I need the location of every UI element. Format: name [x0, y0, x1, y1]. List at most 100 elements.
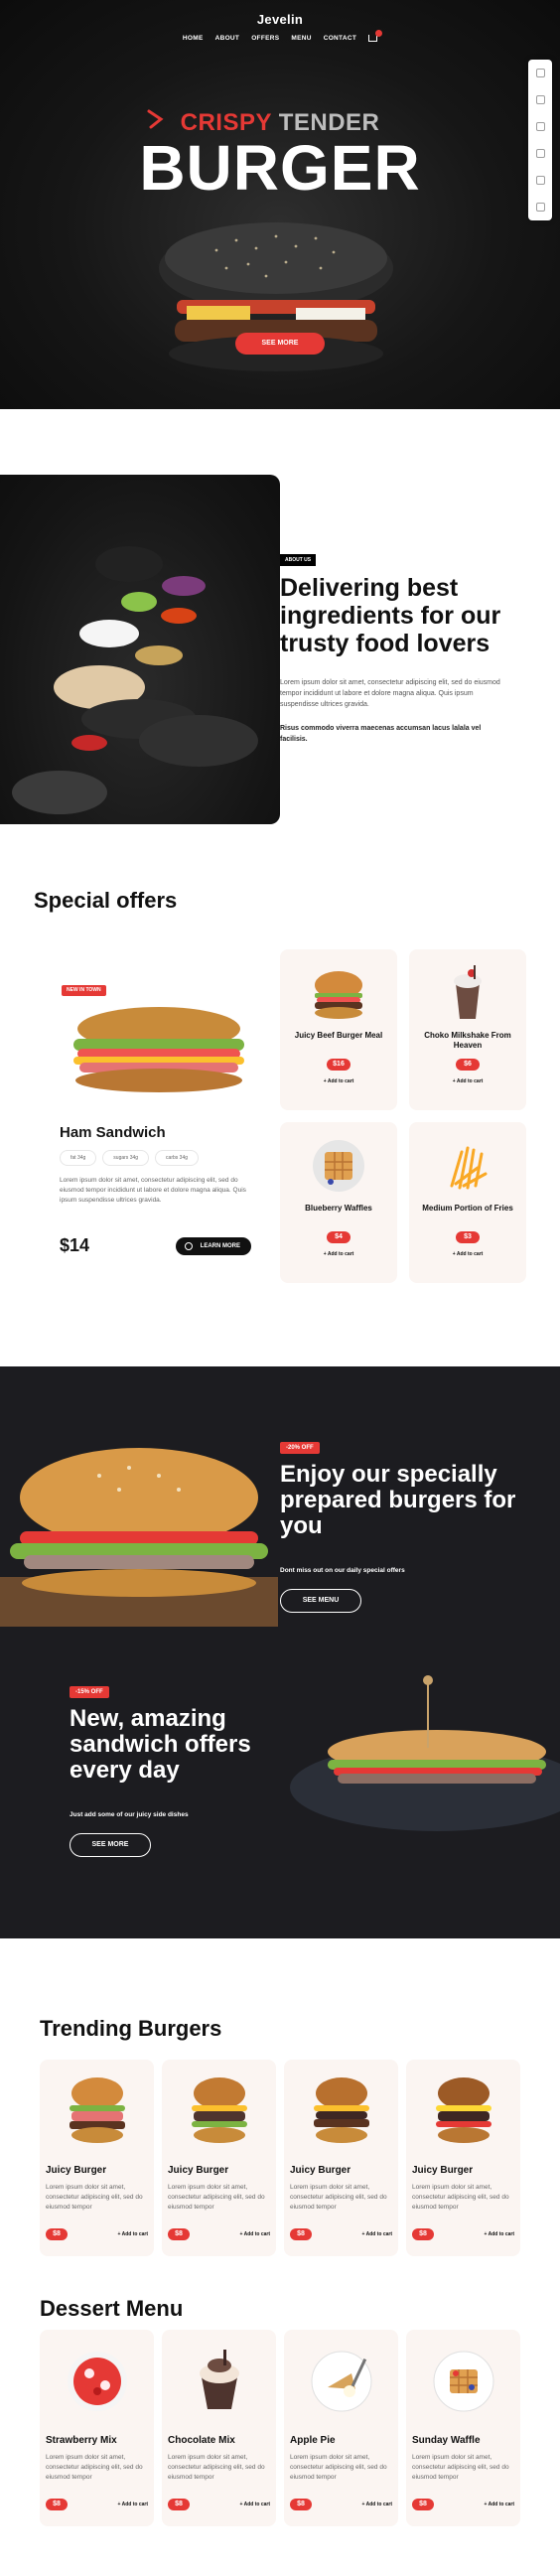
see-menu-button[interactable]: SEE MENU	[280, 1589, 361, 1613]
product-card[interactable]: Strawberry Mix Lorem ipsum dolor sit ame…	[40, 2330, 154, 2526]
add-to-cart-label: Add to cart	[488, 2502, 514, 2507]
promo-burger-image	[0, 1448, 278, 1627]
add-to-cart-link[interactable]: + Add to cart	[361, 2502, 392, 2507]
tool-item[interactable]	[528, 60, 552, 86]
new-badge: NEW IN TOWN	[62, 985, 106, 996]
gear-icon	[535, 176, 545, 185]
page: Jevelin HOME ABOUT OFFERS MENU CONTACT C…	[0, 0, 560, 2576]
product-card[interactable]: Juicy Burger Lorem ipsum dolor sit amet,…	[284, 2060, 398, 2256]
offer-card[interactable]: Juicy Beef Burger Meal $16 + Add to cart	[280, 949, 397, 1110]
product-name: Sunday Waffle	[412, 2435, 481, 2446]
brand-logo[interactable]: Jevelin	[0, 12, 560, 27]
add-to-cart-link[interactable]: + Add to cart	[280, 1251, 397, 1257]
learn-more-label: LEARN MORE	[200, 1243, 240, 1249]
product-price: $8	[46, 2499, 68, 2510]
nav-menu[interactable]: MENU	[291, 35, 311, 42]
product-price: $8	[412, 2228, 434, 2240]
product-price: $8	[412, 2499, 434, 2510]
tool-item[interactable]	[528, 86, 552, 113]
nav-contact[interactable]: CONTACT	[324, 35, 356, 42]
add-to-cart-link[interactable]: + Add to cart	[239, 2231, 270, 2237]
tool-item[interactable]	[528, 113, 552, 140]
product-card[interactable]: Juicy Burger Lorem ipsum dolor sit amet,…	[40, 2060, 154, 2256]
offer-price: $4	[327, 1231, 350, 1243]
product-name: Juicy Burger	[290, 2165, 351, 2176]
add-to-cart-label: Add to cart	[243, 2231, 270, 2237]
hero-section: Jevelin HOME ABOUT OFFERS MENU CONTACT C…	[0, 0, 560, 409]
offer-price: $3	[456, 1231, 480, 1243]
add-to-cart-link[interactable]: + Add to cart	[409, 1078, 526, 1084]
about-tag: ABOUT US	[280, 554, 317, 566]
floating-burger-art	[12, 546, 258, 814]
nav-offers[interactable]: OFFERS	[251, 35, 279, 42]
tool-item[interactable]	[528, 167, 552, 194]
product-card[interactable]: Sunday Waffle Lorem ipsum dolor sit amet…	[406, 2330, 520, 2526]
product-description: Lorem ipsum dolor sit amet, consectetur …	[290, 2184, 387, 2211]
offer-card[interactable]: Blueberry Waffles $4 + Add to cart	[280, 1122, 397, 1283]
burger-image	[70, 2077, 125, 2143]
product-card[interactable]: Apple Pie Lorem ipsum dolor sit amet, co…	[284, 2330, 398, 2526]
discount-badge: -20% OFF	[280, 1442, 320, 1454]
question-icon	[535, 149, 545, 158]
product-description: Lorem ipsum dolor sit amet, consectetur …	[46, 2454, 143, 2481]
promo-subtitle: Just add some of our juicy side dishes	[70, 1811, 189, 1818]
offer-card[interactable]: Choko Milkshake From Heaven $6 + Add to …	[409, 949, 526, 1110]
product-name: Apple Pie	[290, 2435, 336, 2446]
about-paragraph-bold: Risus commodo viverra maecenas accumsan …	[280, 725, 482, 743]
nutrition-tags: fat 34g sugars 34g carbs 34g	[60, 1150, 200, 1166]
trending-title: Trending Burgers	[40, 2016, 222, 2041]
product-card[interactable]: Juicy Burger Lorem ipsum dolor sit amet,…	[406, 2060, 520, 2256]
product-card[interactable]: Chocolate Mix Lorem ipsum dolor sit amet…	[162, 2330, 276, 2526]
offer-name: Blueberry Waffles	[305, 1204, 372, 1213]
cart-badge	[375, 30, 383, 37]
mail-icon	[535, 203, 545, 212]
add-to-cart-link[interactable]: + Add to cart	[117, 2502, 148, 2507]
learn-more-button[interactable]: LEARN MORE	[176, 1237, 251, 1255]
add-to-cart-label: Add to cart	[456, 1251, 484, 1257]
product-name: Strawberry Mix	[46, 2435, 117, 2446]
burger-image	[436, 2077, 491, 2143]
hero-see-more-button[interactable]: SEE MORE	[235, 333, 325, 355]
add-to-cart-label: Add to cart	[121, 2502, 148, 2507]
nav-home[interactable]: HOME	[183, 35, 204, 42]
product-description: Lorem ipsum dolor sit amet, consectetur …	[46, 2184, 143, 2211]
tool-item[interactable]	[528, 194, 552, 220]
offer-price: $6	[456, 1059, 480, 1071]
add-to-cart-link[interactable]: + Add to cart	[239, 2502, 270, 2507]
offer-card[interactable]: Medium Portion of Fries $3 + Add to cart	[409, 1122, 526, 1283]
add-to-cart-link[interactable]: + Add to cart	[361, 2231, 392, 2237]
product-description: Lorem ipsum dolor sit amet, consectetur …	[168, 2454, 265, 2481]
see-more-button[interactable]: SEE MORE	[70, 1833, 151, 1857]
burger-image	[192, 2077, 247, 2143]
cart-icon[interactable]	[368, 30, 383, 42]
product-card[interactable]: Juicy Burger Lorem ipsum dolor sit amet,…	[162, 2060, 276, 2256]
product-name: Juicy Burger	[412, 2165, 474, 2176]
chocolate-cup-image	[200, 2350, 239, 2409]
burger-image	[315, 971, 362, 1019]
add-to-cart-label: Add to cart	[327, 1251, 354, 1257]
add-to-cart-label: Add to cart	[488, 2231, 514, 2237]
special-offers-title: Special offers	[34, 888, 178, 913]
side-toolbar	[528, 60, 552, 220]
layers-icon	[535, 95, 545, 104]
add-to-cart-link[interactable]: + Add to cart	[409, 1251, 526, 1257]
product-description: Lorem ipsum dolor sit amet, consectetur …	[412, 2454, 509, 2481]
nav-about[interactable]: ABOUT	[215, 35, 240, 42]
add-to-cart-link[interactable]: + Add to cart	[280, 1078, 397, 1084]
product-price: $8	[290, 2228, 312, 2240]
tool-item[interactable]	[528, 140, 552, 167]
add-to-cart-link[interactable]: + Add to cart	[117, 2231, 148, 2237]
promo-subtitle: Dont miss out on our daily special offer…	[280, 1567, 405, 1574]
main-menu: HOME ABOUT OFFERS MENU CONTACT	[0, 30, 560, 42]
promo-sandwich-image	[290, 1675, 560, 1831]
nutrition-tag: carbs 34g	[155, 1150, 200, 1166]
featured-offer-card: NEW IN TOWN Ham Sandwich fat 34g sugars …	[40, 959, 276, 1283]
waffle-plate-image	[433, 2351, 494, 2412]
add-to-cart-link[interactable]: + Add to cart	[484, 2502, 514, 2507]
product-name: Juicy Burger	[168, 2165, 229, 2176]
promo-title: New, amazing sandwich offers every day	[70, 1705, 251, 1784]
nutrition-tag: fat 34g	[60, 1150, 97, 1166]
promo-title: Enjoy our specially prepared burgers for…	[280, 1461, 516, 1539]
product-price: $8	[290, 2499, 312, 2510]
add-to-cart-link[interactable]: + Add to cart	[484, 2231, 514, 2237]
